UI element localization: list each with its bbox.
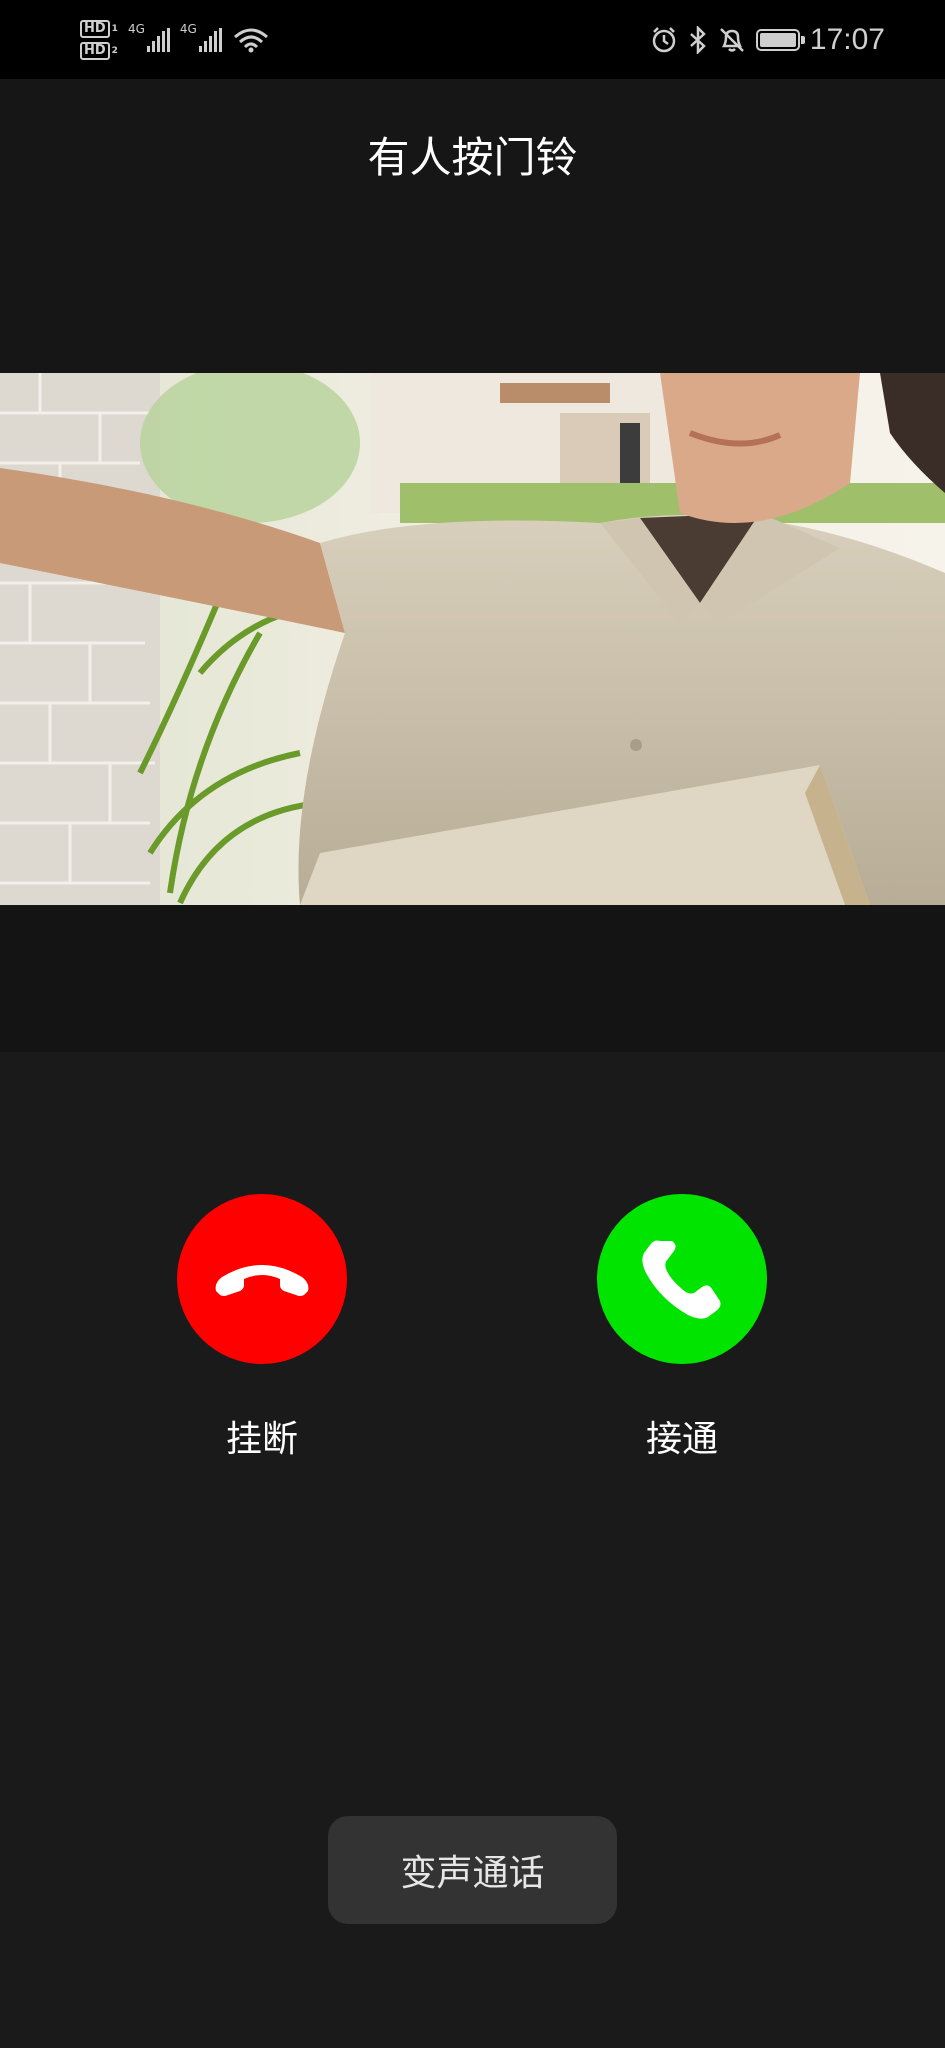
signal-2: 4G	[180, 22, 222, 52]
answer-label: 接通	[645, 1419, 718, 1460]
voice-change-call-button[interactable]: 变声通话	[328, 1816, 617, 1924]
hangup-button[interactable]	[177, 1194, 347, 1364]
sim1-indicator: HD 1	[80, 19, 118, 38]
sim2-hd-label: HD	[80, 41, 110, 60]
answer-button[interactable]	[597, 1194, 767, 1364]
sim1-hd-label: HD	[80, 19, 110, 38]
sim2-index: 2	[111, 45, 118, 56]
bluetooth-icon	[690, 25, 706, 54]
sim2-indicator: HD 2	[80, 41, 118, 60]
network-type-2: 4G	[179, 21, 197, 36]
signal-bars-2-icon	[198, 27, 222, 52]
below-camera-area	[0, 905, 945, 1052]
phone-answer-icon	[642, 1240, 721, 1319]
voice-change-call-label: 变声通话	[400, 1853, 545, 1894]
mute-icon	[720, 27, 744, 52]
doorbell-call-screen: HD 1 HD 2 4G 4G 17:07 有人按门铃 挂断 接通 变声通话	[0, 0, 945, 2048]
status-bar-left: HD 1 HD 2 4G 4G	[80, 19, 270, 60]
status-bar-right: 17:07	[650, 23, 885, 57]
doorbell-camera-image	[0, 373, 945, 905]
page-title: 有人按门铃	[367, 133, 578, 182]
signal-bars-1-icon	[146, 27, 170, 52]
battery-icon	[755, 28, 805, 51]
signal-1: 4G	[128, 22, 170, 52]
status-bar: HD 1 HD 2 4G 4G 17:07	[0, 0, 945, 79]
alarm-icon	[652, 26, 676, 52]
wifi-icon	[233, 28, 268, 52]
sim1-index: 1	[111, 23, 118, 34]
hangup-label: 挂断	[225, 1419, 298, 1460]
camera-feed-illustration	[0, 373, 945, 905]
status-time: 17:07	[809, 22, 885, 56]
phone-hangup-icon	[215, 1265, 309, 1296]
network-type-1: 4G	[127, 21, 145, 36]
sim-indicators: HD 1 HD 2	[80, 19, 118, 60]
